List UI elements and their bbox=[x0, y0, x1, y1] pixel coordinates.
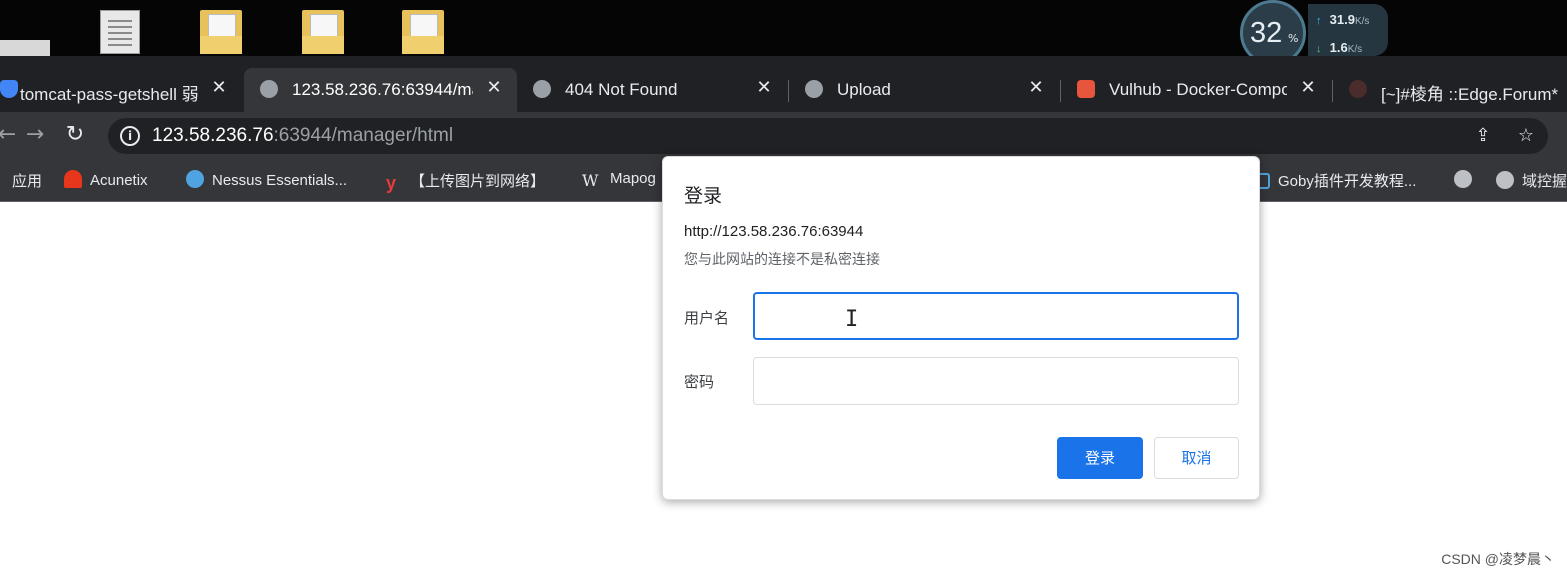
download-speed: ↓ 1.6K/s bbox=[1316, 40, 1362, 55]
site-info-icon[interactable]: i bbox=[120, 126, 140, 146]
bookmark-label: Mapog bbox=[610, 170, 656, 187]
wikipedia-icon: W bbox=[582, 171, 599, 190]
dialog-title: 登录 bbox=[684, 185, 723, 207]
acunetix-icon bbox=[64, 170, 82, 188]
tab-404-not-found[interactable]: 404 Not Found ✕ bbox=[517, 68, 787, 112]
url-host: 123.58.236.76 bbox=[152, 125, 274, 146]
folder-icon[interactable] bbox=[200, 10, 242, 54]
url-text[interactable]: 123.58.236.76:63944/manager/html bbox=[152, 125, 453, 147]
tab-edge-forum[interactable]: [~]#棱角 ::Edge.Forum* bbox=[1333, 68, 1567, 112]
speed-unit: K/s bbox=[1354, 16, 1370, 27]
address-bar[interactable]: i 123.58.236.76:63944/manager/html ⇪ ☆ bbox=[108, 118, 1548, 154]
document-file-icon[interactable] bbox=[100, 10, 140, 54]
password-label: 密码 bbox=[684, 373, 715, 391]
bookmark-label: Nessus Essentials... bbox=[212, 172, 348, 189]
folder-icon[interactable] bbox=[302, 10, 344, 54]
tab-title: Vulhub - Docker-Compo bbox=[1109, 80, 1287, 99]
reload-button[interactable]: ↻ bbox=[62, 122, 88, 148]
close-icon[interactable]: ✕ bbox=[1297, 77, 1319, 99]
bookmark-label: Goby插件开发教程... bbox=[1278, 173, 1417, 190]
cpu-percent-sign: % bbox=[1288, 32, 1299, 45]
bookmark-star-icon[interactable]: ☆ bbox=[1514, 124, 1538, 148]
forum-icon bbox=[1349, 80, 1367, 98]
tab-title: Upload bbox=[837, 80, 891, 99]
tab-vulhub[interactable]: Vulhub - Docker-Compo ✕ bbox=[1061, 68, 1331, 112]
globe-icon bbox=[1496, 171, 1514, 189]
vulhub-icon bbox=[1077, 80, 1095, 98]
url-path: :63944/manager/html bbox=[273, 125, 454, 146]
bookmark-apps[interactable]: 应用 bbox=[12, 170, 42, 191]
speed-unit: K/s bbox=[1347, 44, 1363, 55]
desktop-window-fragment bbox=[0, 40, 50, 56]
network-speed-widget[interactable]: ↑ 31.9K/s ↓ 1.6K/s 32 % bbox=[1236, 0, 1388, 66]
close-icon[interactable]: ✕ bbox=[1025, 77, 1047, 99]
tab-title: 404 Not Found bbox=[565, 80, 678, 99]
bookmark-domain-control[interactable]: 域控握 bbox=[1496, 170, 1567, 191]
cancel-button[interactable]: 取消 bbox=[1154, 437, 1239, 479]
tab-manager-html[interactable]: 123.58.236.76:63944/ma ✕ bbox=[244, 68, 517, 112]
watermark: CSDN @凌梦晨丶 bbox=[1441, 551, 1555, 567]
browser-tab-strip: tomcat-pass-getshell 弱 ✕ 123.58.236.76:6… bbox=[0, 56, 1567, 112]
bookmark-label: 域控握 bbox=[1522, 173, 1567, 190]
bookmark-acunetix[interactable]: Acunetix bbox=[64, 170, 148, 189]
http-auth-dialog: 登录 http://123.58.236.76:63944 您与此网站的连接不是… bbox=[662, 156, 1260, 500]
bookmark-label: 应用 bbox=[12, 173, 43, 190]
folder-icon[interactable] bbox=[402, 10, 444, 54]
speed-panel: ↑ 31.9K/s ↓ 1.6K/s bbox=[1308, 4, 1388, 56]
upload-speed-value: 31.9 bbox=[1329, 12, 1355, 27]
bookmark-upload-image[interactable]: y 【上传图片到网络】 bbox=[386, 170, 546, 193]
bookmark-mapog[interactable]: W Mapog bbox=[582, 170, 656, 190]
dialog-origin: http://123.58.236.76:63944 bbox=[684, 223, 864, 240]
globe-icon bbox=[260, 80, 278, 98]
username-label: 用户名 bbox=[684, 309, 730, 327]
share-icon[interactable]: ⇪ bbox=[1471, 124, 1495, 148]
download-arrow-icon: ↓ bbox=[1316, 43, 1322, 55]
globe-icon bbox=[1454, 170, 1472, 188]
upload-arrow-icon: ↑ bbox=[1316, 15, 1322, 27]
tab-upload[interactable]: Upload ✕ bbox=[789, 68, 1059, 112]
back-button[interactable]: ← bbox=[0, 122, 20, 148]
bookmark-goby[interactable]: Goby插件开发教程... bbox=[1256, 170, 1416, 191]
bookmark-nessus[interactable]: Nessus Essentials... bbox=[186, 170, 347, 189]
browser-toolbar: ← → ↻ i 123.58.236.76:63944/manager/html… bbox=[0, 112, 1567, 160]
tab-title: [~]#棱角 ::Edge.Forum* bbox=[1381, 85, 1559, 104]
close-icon[interactable]: ✕ bbox=[753, 77, 775, 99]
connection-warning: 您与此网站的连接不是私密连接 bbox=[684, 252, 880, 268]
bookmark-label: 【上传图片到网络】 bbox=[410, 173, 546, 190]
download-speed-value: 1.6 bbox=[1329, 40, 1348, 55]
cpu-percent-value: 32 bbox=[1250, 17, 1283, 49]
password-input[interactable] bbox=[753, 357, 1239, 405]
bookmark-globe[interactable] bbox=[1454, 170, 1480, 189]
tab-title: 123.58.236.76:63944/ma bbox=[292, 80, 473, 99]
bookmark-label: Acunetix bbox=[90, 172, 148, 189]
globe-icon bbox=[805, 80, 823, 98]
tab-tomcat-pass-getshell[interactable]: tomcat-pass-getshell 弱 ✕ bbox=[0, 68, 242, 112]
nessus-icon bbox=[186, 170, 204, 188]
username-input[interactable] bbox=[753, 292, 1239, 340]
desktop-strip: ↑ 31.9K/s ↓ 1.6K/s 32 % bbox=[0, 0, 1567, 66]
tab-title: tomcat-pass-getshell 弱 bbox=[20, 85, 198, 104]
close-icon[interactable]: ✕ bbox=[483, 77, 505, 99]
y-icon: y bbox=[386, 173, 397, 193]
close-icon[interactable]: ✕ bbox=[208, 77, 230, 99]
upload-speed: ↑ 31.9K/s bbox=[1316, 12, 1369, 27]
text-cursor-icon: I bbox=[845, 307, 859, 332]
shield-icon bbox=[0, 80, 18, 98]
login-button[interactable]: 登录 bbox=[1057, 437, 1143, 479]
globe-icon bbox=[533, 80, 551, 98]
forward-button[interactable]: → bbox=[22, 122, 48, 148]
